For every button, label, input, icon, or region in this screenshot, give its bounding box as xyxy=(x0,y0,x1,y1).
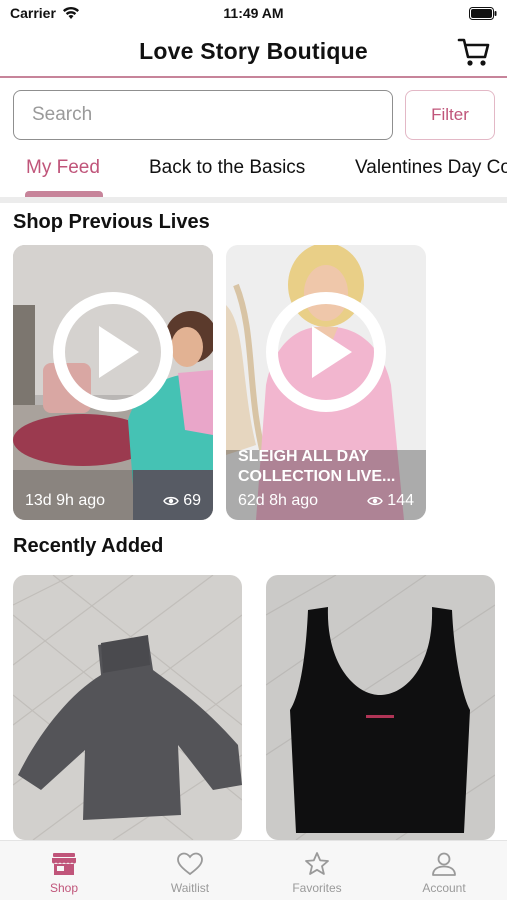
product-card[interactable] xyxy=(266,575,495,840)
status-bar: Carrier 11:49 AM xyxy=(0,0,507,28)
eye-icon xyxy=(367,496,384,506)
product-image xyxy=(266,575,495,840)
product-image xyxy=(13,575,242,840)
search-row: Filter xyxy=(13,90,495,140)
tab-bar-label: Waitlist xyxy=(170,881,210,895)
battery-icon xyxy=(469,7,497,20)
tab-back-to-the-basics[interactable]: Back to the Basics xyxy=(149,157,305,179)
play-icon xyxy=(53,292,173,412)
cart-icon[interactable] xyxy=(457,36,491,68)
tab-bar-waitlist[interactable]: Waitlist xyxy=(150,851,230,895)
live-view-count: 144 xyxy=(367,492,414,510)
play-icon xyxy=(266,292,386,412)
tab-bar-label: Favorites xyxy=(292,881,342,895)
star-icon xyxy=(305,852,329,875)
live-view-count: 69 xyxy=(163,492,201,510)
live-age: 62d 8h ago xyxy=(238,492,319,509)
previous-lives-heading: Shop Previous Lives xyxy=(13,211,210,233)
heart-icon xyxy=(177,852,203,876)
page-title: Love Story Boutique xyxy=(139,38,368,64)
product-card[interactable] xyxy=(13,575,242,840)
tab-my-feed[interactable]: My Feed xyxy=(26,157,100,179)
search-input[interactable] xyxy=(13,90,393,140)
store-icon xyxy=(52,853,76,875)
live-age: 13d 9h ago xyxy=(25,492,106,509)
live-views-value: 69 xyxy=(183,492,201,509)
status-time: 11:49 AM xyxy=(223,5,284,21)
live-views-value: 144 xyxy=(387,492,414,509)
filter-button[interactable]: Filter xyxy=(405,90,495,140)
tab-bar-shop[interactable]: Shop xyxy=(24,851,104,895)
tabs-divider xyxy=(0,197,507,203)
app-header: Love Story Boutique xyxy=(0,28,507,78)
tab-bar-label: Shop xyxy=(49,881,79,895)
live-card[interactable]: SLEIGH ALL DAY COLLECTION LIVE... 62d 8h… xyxy=(226,245,426,520)
tab-bar-label: Account xyxy=(422,881,466,895)
live-card[interactable]: 13d 9h ago 69 xyxy=(13,245,213,520)
person-icon xyxy=(432,852,456,876)
tab-bar-favorites[interactable]: Favorites xyxy=(277,851,357,895)
tab-bar-account[interactable]: Account xyxy=(404,851,484,895)
recently-added-heading: Recently Added xyxy=(13,535,164,557)
tab-valentines-day[interactable]: Valentines Day Co xyxy=(355,157,507,179)
bottom-tab-bar: Shop Waitlist Favorites Account xyxy=(0,840,507,900)
eye-icon xyxy=(163,496,180,506)
feed-tabs: My Feed Back to the Basics Valentines Da… xyxy=(0,150,507,202)
live-title: SLEIGH ALL DAY COLLECTION LIVE... xyxy=(238,448,396,485)
